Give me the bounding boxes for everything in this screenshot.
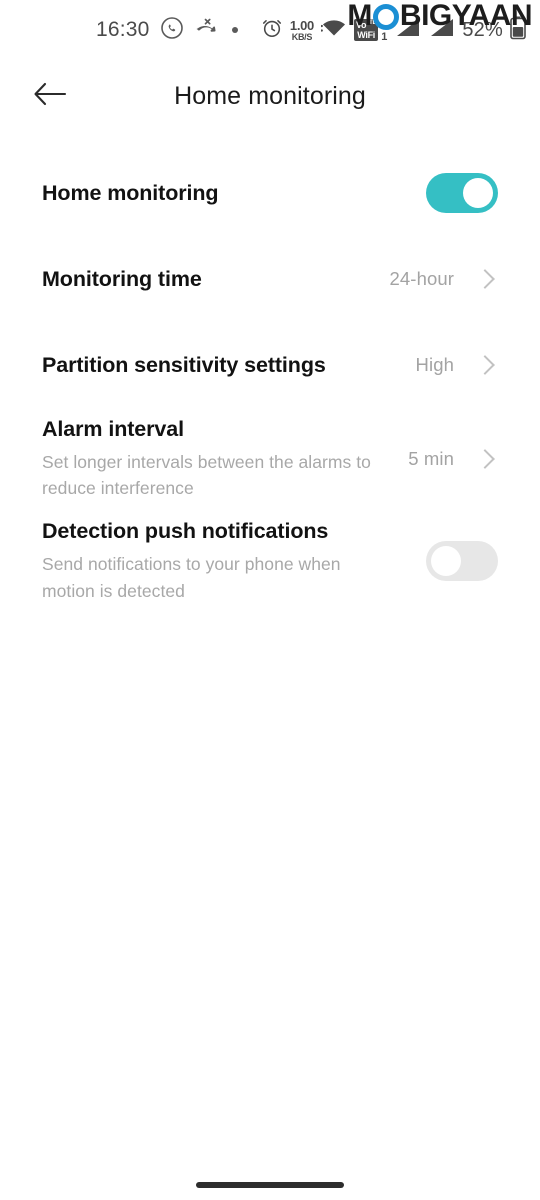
network-speed-value: 1.00 [289,17,314,33]
setting-title: Home monitoring [42,180,219,205]
row-control: 24-hour [390,268,498,290]
setting-value: 5 min [408,448,454,470]
row-control: High [416,354,498,376]
status-bar: 16:30 1.00 KB/S VoLTE WiFi 1 52% [0,0,540,60]
vowifi-icon: VoLTE WiFi [354,19,379,41]
wifi-icon [320,18,347,43]
row-control [426,173,498,213]
toggle-knob [463,178,493,208]
row-text-block: Home monitoring [42,180,426,207]
setting-value: 24-hour [389,268,454,289]
battery-icon [510,16,526,45]
toggle-knob [431,546,461,577]
whatsapp-icon [160,16,184,45]
back-arrow-icon [33,81,67,112]
signal-bars-sim2-icon [428,17,455,44]
battery-percentage: 52% [462,18,503,41]
row-text-block: Monitoring time [42,266,390,293]
setting-row-alarm-interval[interactable]: Alarm interval Set longer intervals betw… [42,408,498,510]
status-bar-right: 1.00 KB/S VoLTE WiFi 1 52% [261,16,526,45]
status-bar-left: 16:30 [96,16,238,45]
row-text-block: Detection push notifications Send notifi… [42,518,426,604]
setting-subtitle: Send notifications to your phone when mo… [42,553,341,601]
vowifi-line-1: VoLTE [356,20,377,31]
setting-title: Monitoring time [42,266,202,291]
row-text-block: Partition sensitivity settings [42,352,416,379]
chevron-right-icon[interactable] [475,355,495,375]
setting-value: High [415,354,454,375]
chevron-right-icon[interactable] [475,449,495,469]
setting-title: Detection push notifications [42,519,329,544]
vowifi-line-2: WiFi [357,29,375,40]
sim-indicator: 1 [381,30,388,43]
status-bar-clock: 16:30 [96,18,150,41]
network-speed-indicator: 1.00 KB/S [290,19,314,42]
app-bar: Home monitoring [0,60,540,132]
back-button[interactable] [20,66,80,126]
setting-subtitle: Set longer intervals between the alarms … [42,451,371,499]
alarm-icon [261,17,283,44]
row-control [426,541,498,582]
setting-row-home-monitoring[interactable]: Home monitoring [42,150,498,236]
setting-row-detection-push-notifications[interactable]: Detection push notifications Send notifi… [42,510,498,612]
network-speed-unit: KB/S [291,31,313,42]
row-control: 5 min [408,448,498,470]
setting-title: Partition sensitivity settings [42,352,326,377]
row-text-block: Alarm interval Set longer intervals betw… [42,416,408,502]
settings-list: Home monitoring Monitoring time 24-hour … [0,150,540,612]
signal-bars-sim1-icon [394,17,421,44]
detection-push-notifications-toggle[interactable] [426,541,498,582]
setting-title: Alarm interval [42,417,184,441]
missed-call-icon [194,17,218,44]
chevron-right-icon[interactable] [475,269,495,289]
setting-row-monitoring-time[interactable]: Monitoring time 24-hour [42,236,498,322]
setting-row-partition-sensitivity[interactable]: Partition sensitivity settings High [42,322,498,408]
home-indicator[interactable] [196,1182,344,1188]
page-title: Home monitoring [174,81,366,110]
home-monitoring-toggle[interactable] [426,173,498,213]
dot-indicator-icon [231,27,238,33]
